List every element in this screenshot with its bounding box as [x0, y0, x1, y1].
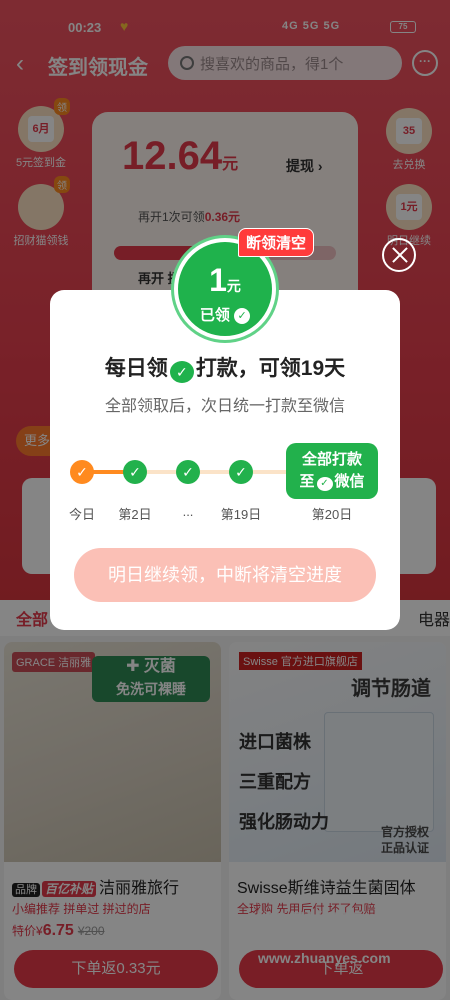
step-label: 第2日	[118, 507, 152, 522]
step-wechat-icon: ✓	[229, 460, 253, 484]
final-line: 至 ✓ 微信	[286, 471, 378, 493]
checkmark-icon: ✓	[234, 308, 251, 325]
step-label: 今日	[68, 507, 95, 522]
continue-tomorrow-button[interactable]: 明日继续领，中断将清空进度	[74, 548, 376, 602]
payout-dialog: 每日领 ✓ 打款，可领19天 全部领取后，次日统一打款至微信 ✓ ✓ ✓ ✓ 今日 …	[50, 290, 400, 630]
title-suffix: 打款，可领19天	[195, 357, 346, 380]
clear-warning-badge: 断领清空	[238, 228, 315, 257]
wechat-pay-icon: ✓	[169, 361, 194, 383]
step-wechat-icon: ✓	[176, 460, 200, 484]
final-payout-badge: 全部打款 至 ✓ 微信	[286, 443, 378, 499]
coin-status: 已领 ✓	[178, 304, 272, 325]
final-suffix: 微信	[334, 473, 365, 490]
coin-status-text: 已领	[199, 307, 230, 324]
dialog-subtitle: 全部领取后，次日统一打款至微信	[104, 398, 345, 415]
coin-unit: 元	[226, 278, 241, 294]
coin-value: 1元	[178, 262, 272, 299]
final-line: 全部打款	[301, 451, 362, 468]
dialog-title: 每日领 ✓ 打款，可领19天	[50, 352, 400, 383]
coin-amount: 1	[209, 262, 227, 298]
final-prefix: 至	[299, 473, 315, 490]
wechat-pay-icon: ✓	[316, 477, 333, 491]
step-label: 第19日	[220, 507, 262, 522]
close-icon[interactable]	[382, 238, 416, 272]
step-today-icon: ✓	[70, 460, 94, 484]
step-label: 第20日	[311, 507, 353, 522]
step-wechat-icon: ✓	[123, 460, 147, 484]
title-prefix: 每日领	[104, 357, 168, 380]
step-label: ...	[182, 504, 194, 519]
